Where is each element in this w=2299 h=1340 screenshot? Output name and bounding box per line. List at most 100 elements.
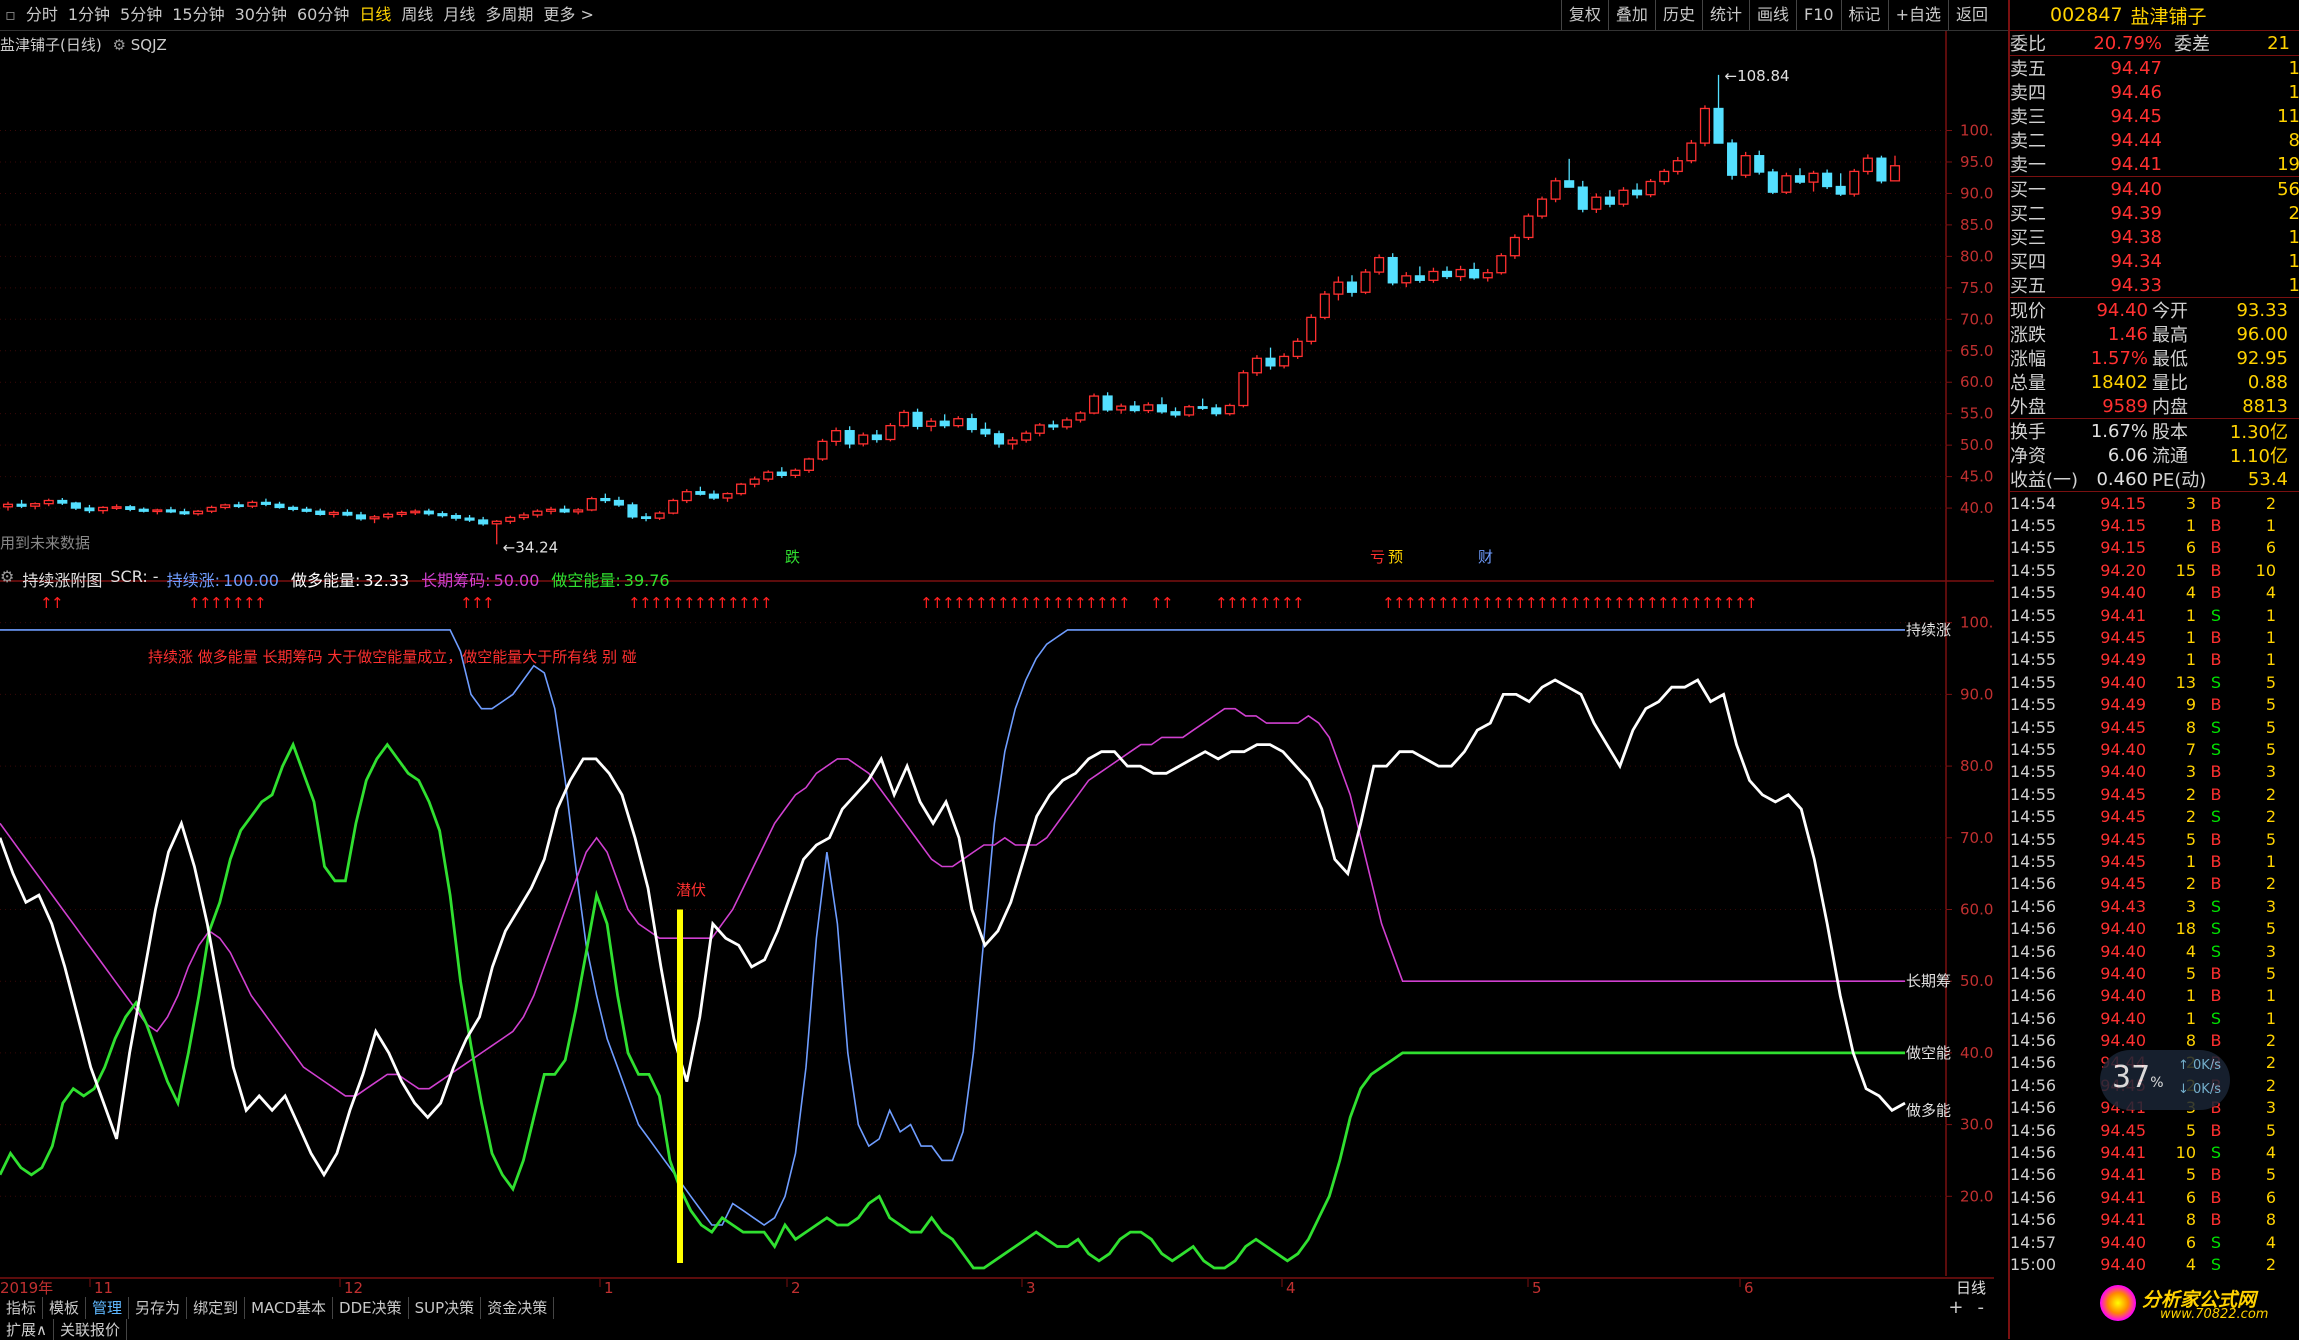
bottom-tab-4[interactable]: 绑定到 bbox=[187, 1297, 246, 1319]
buy-arrow: ↑ bbox=[1292, 594, 1305, 612]
high-price-label: ←108.84 bbox=[1725, 67, 1790, 85]
period-9[interactable]: 多周期 bbox=[480, 0, 538, 30]
candle-body bbox=[152, 509, 163, 513]
tick-price: 94.40 bbox=[2100, 1031, 2146, 1051]
candle-body bbox=[1197, 406, 1208, 409]
main-chart-header: 盐津铺子(日线) ⚙ SQJZ bbox=[0, 34, 167, 55]
low-price-label: ←34.24 bbox=[503, 538, 559, 556]
candle-body bbox=[1509, 236, 1520, 257]
tick-row: 14:55 94.40 7 S 5 bbox=[2010, 738, 2299, 760]
tick-time: 14:56 bbox=[2010, 874, 2057, 894]
weicha-label: 委差 bbox=[2174, 34, 2210, 55]
tool-button-4[interactable]: 画线 bbox=[1748, 0, 1796, 30]
bottom-link-0[interactable]: 扩展∧ bbox=[0, 1319, 54, 1340]
tick-price: 94.40 bbox=[2100, 583, 2146, 603]
indicator-tick-label: 70.00 bbox=[1960, 829, 1994, 847]
tool-button-2[interactable]: 历史 bbox=[1654, 0, 1702, 30]
tick-count: 4 bbox=[2265, 1232, 2276, 1252]
tick-time: 14:55 bbox=[2010, 605, 2057, 625]
sells-label: 卖一 bbox=[2010, 155, 2046, 176]
tool-button-5[interactable]: F10 bbox=[1795, 0, 1841, 30]
bottom-tab-3[interactable]: 另存为 bbox=[129, 1297, 188, 1319]
weibi-label: 委比 bbox=[2010, 34, 2046, 55]
period-2[interactable]: 5分钟 bbox=[115, 0, 167, 30]
candle-body bbox=[1754, 155, 1765, 173]
period-label: 日线 bbox=[1956, 1279, 1986, 1297]
indicator-gear-icon[interactable]: ⚙ bbox=[113, 36, 126, 54]
tick-row: 14:55 94.49 1 B 1 bbox=[2010, 649, 2299, 671]
legend-value: 50.00 bbox=[493, 571, 540, 590]
tick-row: 14:56 94.40 1 B 1 bbox=[2010, 985, 2299, 1007]
tick-price: 94.43 bbox=[2100, 896, 2146, 916]
sub-chart-name[interactable]: 持续涨附图 bbox=[22, 567, 102, 591]
tick-row: 14:55 94.45 8 S 5 bbox=[2010, 716, 2299, 738]
tick-time: 14:55 bbox=[2010, 516, 2057, 536]
indicator-name[interactable]: SQJZ bbox=[131, 36, 167, 54]
tool-button-7[interactable]: +自选 bbox=[1887, 0, 1948, 30]
tick-time: 14:54 bbox=[2010, 493, 2057, 513]
bottom-tab-5[interactable]: MACD基本 bbox=[245, 1297, 334, 1319]
legend-label: 做空能量: bbox=[551, 571, 621, 590]
zoom-in-button[interactable]: + bbox=[1948, 1297, 1963, 1318]
bottom-tab-2[interactable]: 管理 bbox=[86, 1297, 130, 1319]
tick-volume: 4 bbox=[2185, 941, 2196, 961]
quote2-label-1: 收益(一) bbox=[2010, 470, 2079, 491]
candle-body bbox=[491, 520, 502, 525]
event-marker-2: 预 bbox=[1388, 548, 1403, 566]
tick-time: 14:56 bbox=[2010, 963, 2057, 983]
bottom-tab-6[interactable]: DDE决策 bbox=[333, 1297, 409, 1319]
tick-price: 94.15 bbox=[2100, 538, 2146, 558]
tick-price: 94.40 bbox=[2100, 986, 2146, 1006]
period-6[interactable]: 日线 bbox=[354, 0, 396, 30]
tick-volume: 2 bbox=[2185, 807, 2196, 827]
candle-body bbox=[1618, 189, 1629, 205]
price-tick-label: 55.00 bbox=[1960, 405, 1994, 423]
tick-side: S bbox=[2210, 941, 2222, 961]
candle-body bbox=[138, 508, 149, 512]
period-0[interactable]: 分时 bbox=[21, 0, 63, 30]
tool-button-0[interactable]: 复权 bbox=[1560, 0, 1608, 30]
period-7[interactable]: 周线 bbox=[396, 0, 438, 30]
candle-body bbox=[1794, 175, 1806, 183]
zoom-out-button[interactable]: - bbox=[1978, 1297, 1985, 1318]
candle-body bbox=[518, 514, 529, 519]
stock-name: 盐津铺子 bbox=[2130, 5, 2207, 28]
tick-price: 94.45 bbox=[2100, 628, 2146, 648]
tick-row: 14:55 94.45 2 B 2 bbox=[2010, 783, 2299, 805]
bottom-tab-0[interactable]: 指标 bbox=[0, 1297, 44, 1319]
candle-body bbox=[573, 509, 584, 513]
tick-row: 14:56 94.41 8 B 8 bbox=[2010, 1209, 2299, 1231]
candle-body bbox=[1469, 268, 1480, 279]
tick-time: 14:55 bbox=[2010, 650, 2057, 670]
indicator-tick-label: 50.00 bbox=[1960, 972, 1994, 990]
tool-button-8[interactable]: 返回 bbox=[1947, 0, 1995, 30]
tick-price: 94.15 bbox=[2100, 516, 2146, 536]
network-speed-widget[interactable]: 37% ↑ 0K/s ↓ 0K/s bbox=[2100, 1050, 2230, 1110]
bottom-tab-8[interactable]: 资金决策 bbox=[481, 1297, 555, 1319]
candle-body bbox=[1727, 142, 1738, 176]
bottom-link-1[interactable]: 关联报价 bbox=[54, 1319, 127, 1340]
tick-count: 2 bbox=[2265, 1075, 2276, 1095]
tick-volume: 5 bbox=[2185, 829, 2196, 849]
tick-list[interactable]: 14:54 94.15 3 B 2 14:55 94.15 1 B 1 14:55 94.15 6 B 6 1… bbox=[2010, 492, 2299, 1276]
tool-button-1[interactable]: 叠加 bbox=[1607, 0, 1655, 30]
candle-body bbox=[966, 418, 977, 431]
weicha-value: 21 bbox=[2267, 32, 2290, 54]
tool-button-6[interactable]: 标记 bbox=[1840, 0, 1888, 30]
period-5[interactable]: 60分钟 bbox=[292, 0, 354, 30]
period-1[interactable]: 1分钟 bbox=[63, 0, 115, 30]
tick-time: 14:57 bbox=[2010, 1232, 2057, 1252]
quote2-label-1: 净资 bbox=[2010, 446, 2046, 467]
bottom-tab-7[interactable]: SUP决策 bbox=[409, 1297, 482, 1319]
menu-icon[interactable]: ▫ bbox=[0, 0, 21, 30]
period-8[interactable]: 月线 bbox=[438, 0, 480, 30]
candle-body bbox=[301, 508, 312, 512]
period-4[interactable]: 30分钟 bbox=[230, 0, 292, 30]
sub-gear-icon[interactable]: ⚙ bbox=[0, 567, 14, 591]
period-10[interactable]: 更多 > bbox=[538, 0, 599, 30]
bottom-tab-1[interactable]: 模板 bbox=[43, 1297, 87, 1319]
tick-count: 5 bbox=[2265, 829, 2276, 849]
tool-button-3[interactable]: 统计 bbox=[1701, 0, 1749, 30]
tick-price: 94.45 bbox=[2100, 807, 2146, 827]
period-3[interactable]: 15分钟 bbox=[167, 0, 229, 30]
